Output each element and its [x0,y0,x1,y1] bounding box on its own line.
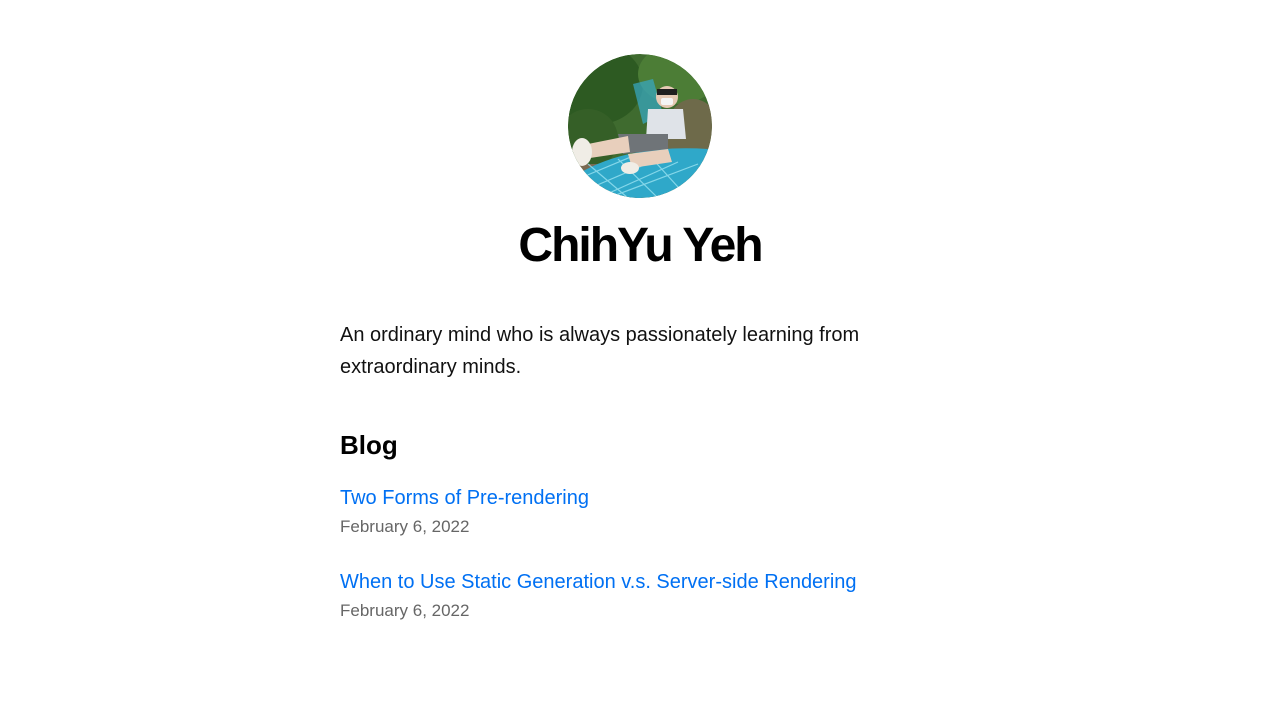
profile-name: ChihYu Yeh [518,219,763,272]
profile-avatar [568,54,712,198]
page-container: ChihYu Yeh An ordinary mind who is alway… [340,0,940,624]
list-item: When to Use Static Generation v.s. Serve… [340,566,940,624]
profile-bio: An ordinary mind who is always passionat… [340,324,860,378]
blog-post-list: Two Forms of Pre-rendering February 6, 2… [340,482,940,624]
blog-section: Blog Two Forms of Pre-rendering February… [340,429,940,624]
blog-heading: Blog [340,430,398,460]
profile-header: ChihYu Yeh [340,54,940,272]
profile-photo-icon [568,54,712,198]
post-link[interactable]: When to Use Static Generation v.s. Serve… [340,566,857,598]
post-link[interactable]: Two Forms of Pre-rendering [340,482,589,514]
bio-section: An ordinary mind who is always passionat… [340,319,940,383]
post-date: February 6, 2022 [340,601,470,620]
post-date: February 6, 2022 [340,517,470,536]
list-item: Two Forms of Pre-rendering February 6, 2… [340,482,940,540]
